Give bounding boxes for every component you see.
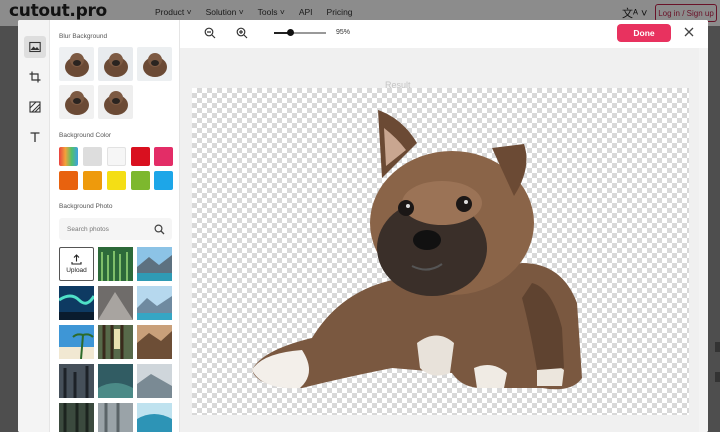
- zoom-level: 95%: [336, 29, 351, 36]
- background-photo[interactable]: [137, 403, 172, 432]
- photo-search-input[interactable]: Search photos: [59, 218, 172, 240]
- background-photo[interactable]: [59, 364, 94, 398]
- done-button[interactable]: Done: [617, 24, 671, 42]
- editor-modal: Blur Background Background Color Backgro…: [18, 20, 708, 432]
- background-photo[interactable]: [137, 286, 172, 320]
- transparent-canvas[interactable]: [192, 88, 689, 415]
- zoom-out-button[interactable]: [204, 26, 216, 44]
- result-workspace: Result: [180, 48, 708, 432]
- background-photo-title: Background Photo: [59, 203, 113, 210]
- rail-text-button[interactable]: [24, 126, 46, 148]
- color-swatch[interactable]: [131, 147, 150, 166]
- color-swatch[interactable]: [83, 171, 102, 190]
- background-photo[interactable]: [98, 247, 133, 281]
- background-photo[interactable]: [98, 364, 133, 398]
- workspace-scrollbar[interactable]: [699, 48, 708, 432]
- color-swatch[interactable]: [154, 171, 173, 190]
- image-icon: [29, 41, 41, 53]
- color-swatch[interactable]: [131, 171, 150, 190]
- close-button[interactable]: [682, 25, 696, 39]
- tool-rail: [18, 20, 50, 432]
- blur-thumb[interactable]: [98, 47, 133, 81]
- search-icon[interactable]: [154, 223, 165, 235]
- puppy-cutout-image: [252, 110, 582, 390]
- color-swatch[interactable]: [107, 171, 126, 190]
- search-placeholder: Search photos: [67, 225, 109, 233]
- background-photo[interactable]: [137, 364, 172, 398]
- close-icon: [684, 27, 694, 37]
- background-photo[interactable]: [59, 325, 94, 359]
- upload-icon: [71, 254, 82, 265]
- background-photo[interactable]: [98, 325, 133, 359]
- text-icon: [30, 132, 40, 142]
- blur-background-title: Blur Background: [59, 33, 108, 40]
- multicolor-swatch[interactable]: [59, 147, 78, 166]
- zoom-slider[interactable]: [274, 29, 326, 36]
- background-photo[interactable]: [137, 247, 172, 281]
- background-photo[interactable]: [59, 403, 94, 432]
- zoom-slider-handle[interactable]: [286, 29, 294, 36]
- crop-icon: [29, 71, 41, 83]
- zoom-in-icon: [236, 27, 248, 39]
- rail-background-button[interactable]: [24, 36, 46, 58]
- background-photo[interactable]: [98, 286, 133, 320]
- background-panel: Blur Background Background Color Backgro…: [50, 20, 180, 432]
- color-swatch[interactable]: [83, 147, 102, 166]
- background-photo[interactable]: [98, 403, 133, 432]
- background-photo[interactable]: [59, 286, 94, 320]
- zoom-in-button[interactable]: [236, 26, 248, 44]
- color-swatch[interactable]: [107, 147, 126, 166]
- upload-label: Upload: [66, 267, 87, 274]
- background-erase-icon: [29, 101, 41, 113]
- upload-photo-button[interactable]: Upload: [59, 247, 94, 281]
- blur-thumb[interactable]: [59, 85, 94, 119]
- background-fragment: [715, 342, 720, 352]
- blur-thumb[interactable]: [59, 47, 94, 81]
- rail-crop-button[interactable]: [24, 66, 46, 88]
- background-color-title: Background Color: [59, 132, 112, 139]
- editor-toolbar: 95% Done: [180, 20, 708, 48]
- blur-thumb[interactable]: [137, 47, 172, 81]
- background-fragment: [715, 372, 720, 382]
- rail-erase-button[interactable]: [24, 96, 46, 118]
- blur-thumb[interactable]: [98, 85, 133, 119]
- zoom-out-icon: [204, 27, 216, 39]
- background-photo[interactable]: [137, 325, 172, 359]
- color-swatch[interactable]: [154, 147, 173, 166]
- color-swatch[interactable]: [59, 171, 78, 190]
